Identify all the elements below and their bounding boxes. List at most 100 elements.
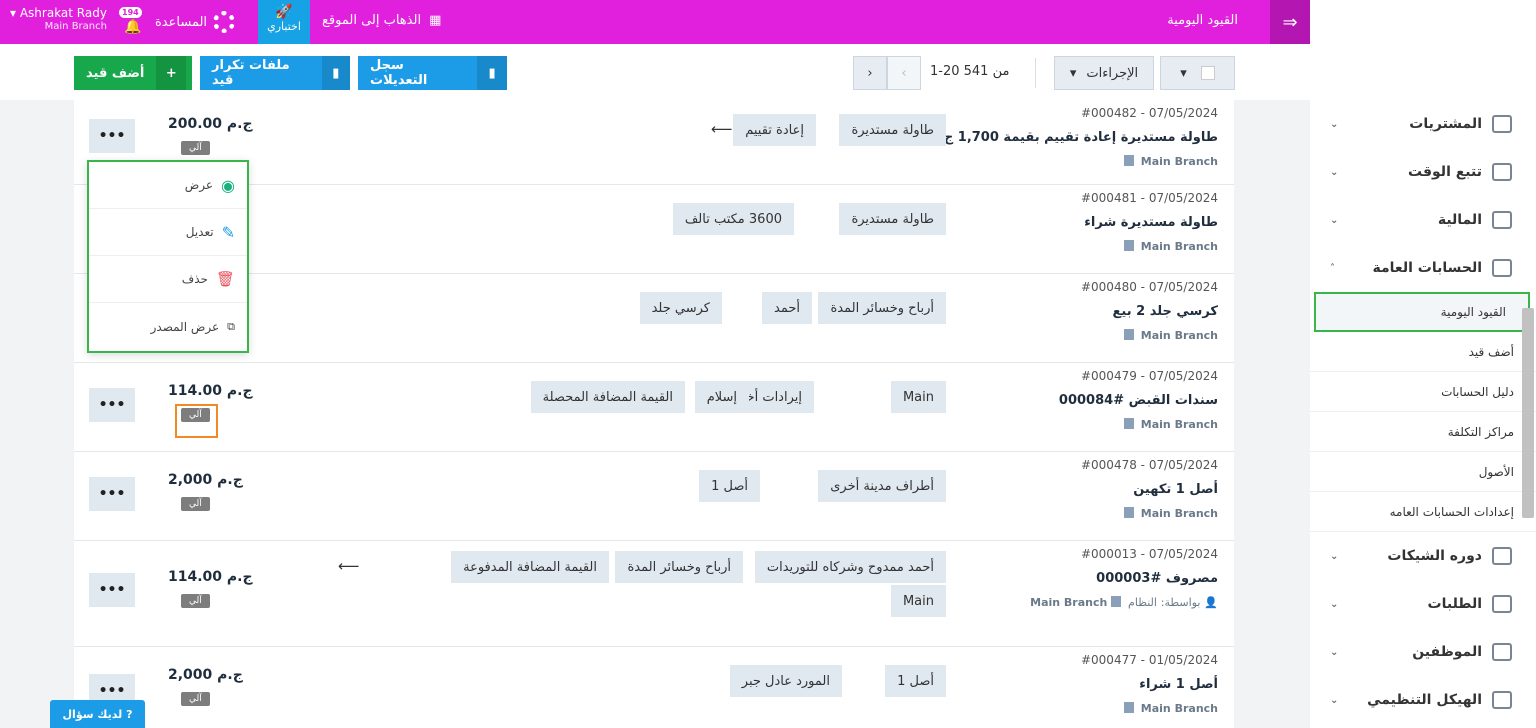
entry-description[interactable]: مصروف #000003 — [1030, 571, 1218, 586]
lifebuoy-icon — [213, 11, 236, 33]
ask-question-button[interactable]: لديك سؤال ? — [50, 700, 145, 728]
notifications-button[interactable]: 194 🔔 — [117, 7, 147, 37]
sidebar-item-employees[interactable]: ⌄ الموظفين — [1310, 628, 1536, 676]
plus-icon: + — [156, 56, 187, 90]
pagination-info: 1-20 من 541 — [930, 64, 1010, 79]
sidebar-subitem-assets[interactable]: الأصول — [1310, 452, 1536, 492]
change-history-label: سجل التعديلات — [370, 58, 428, 88]
user-name: Ashrakat Rady — [19, 6, 107, 20]
account-chip: Main — [890, 585, 946, 617]
sidebar-subitem-accounts-settings[interactable]: إعدادات الحسابات العامه — [1310, 492, 1536, 532]
menu-item-delete[interactable]: حذف 🗑 — [89, 256, 247, 303]
menu-item-view-source[interactable]: عرض المصدر ⧉ — [89, 303, 247, 350]
check-icon — [1492, 547, 1512, 565]
sidebar-item-requests[interactable]: ⌄ الطلبات — [1310, 580, 1536, 628]
menu-item-view[interactable]: عرض ◉ — [89, 162, 247, 209]
entry-branch: 👤 بواسطة: النظام Main Branch — [1030, 596, 1218, 609]
account-chip: أصل 1 — [885, 665, 946, 697]
account-chip: إعادة تقييم — [733, 114, 816, 146]
goto-site-link[interactable]: الذهاب إلى الموقع ▦ — [322, 13, 441, 28]
account-chip: المورد عادل جبر — [729, 665, 842, 697]
chevron-down-icon: ⌄ — [1330, 694, 1339, 706]
sidebar-subitem-daily-entries[interactable]: القيود اليومية — [1314, 292, 1530, 332]
entry-description[interactable]: كرسي جلد 2 بيع — [1081, 304, 1218, 319]
user-menu[interactable]: ▾ Ashrakat Rady Main Branch — [10, 6, 107, 34]
sidebar-item-checks-cycle[interactable]: ⌄ دوره الشيكات — [1310, 532, 1536, 580]
sidebar-subitem-chart-of-accounts[interactable]: دليل الحسابات — [1310, 372, 1536, 412]
bell-icon: 🔔 — [124, 19, 142, 35]
entry-meta: 01/05/2024 - #000477 أصل 1 شراء Main Bra… — [1081, 653, 1218, 715]
chevron-left-icon: ‹ — [901, 65, 907, 81]
notifications-count: 194 — [119, 7, 142, 18]
recurring-files-label: ملفات تكرار قيد — [212, 58, 290, 88]
arrow-left-icon: ⟵ — [711, 120, 733, 138]
sidebar-toggle-button[interactable]: ⇒ — [1270, 0, 1310, 44]
book-icon: ▮ — [321, 56, 350, 90]
building-icon — [1123, 507, 1134, 518]
sidebar-item-finance[interactable]: ⌄ المالية — [1310, 196, 1536, 244]
table-row[interactable]: 07/05/2024 - #000013 مصروف #000003 👤 بوا… — [74, 541, 1234, 647]
add-entry-label: أضف قيد — [86, 65, 145, 81]
change-history-button[interactable]: سجل التعديلات ▮ — [358, 56, 507, 90]
sidebar-item-purchases[interactable]: ⌄ المشتريات — [1310, 100, 1536, 148]
account-chip: إسلام — [694, 381, 749, 413]
select-all-checkbox[interactable]: ▾ — [1160, 56, 1235, 90]
toolbar: أضف قيد + ملفات تكرار قيد ▮ سجل التعديلا… — [0, 44, 1310, 100]
row-actions-button[interactable]: ••• — [89, 119, 135, 153]
test-mode-button[interactable]: 🚀 اختباري — [258, 0, 310, 44]
clipboard-icon — [1492, 595, 1512, 613]
sidebar-item-label: دوره الشيكات — [1387, 548, 1482, 564]
actions-label: الإجراءات — [1086, 65, 1139, 81]
sidebar-item-label: تتبع الوقت — [1408, 164, 1482, 180]
next-page-button[interactable]: › — [853, 56, 887, 90]
chevron-down-icon: ⌄ — [1330, 598, 1339, 610]
money-icon — [1492, 259, 1512, 277]
entry-ref: 01/05/2024 - #000477 — [1080, 653, 1218, 667]
table-row[interactable]: 07/05/2024 - #000478 أصل 1 تكهين Main Br… — [74, 452, 1234, 541]
prev-page-button[interactable]: ‹ — [887, 56, 921, 90]
users-icon — [1492, 643, 1512, 661]
entry-branch: Main Branch — [884, 155, 1218, 168]
sidebar-scrollbar[interactable] — [1522, 308, 1534, 518]
sidebar-item-org-structure[interactable]: ⌄ الهيكل التنظيمي — [1310, 676, 1536, 724]
user-icon: 👤 — [1204, 596, 1218, 609]
sidebar-item-time-tracking[interactable]: ⌄ تتبع الوقت — [1310, 148, 1536, 196]
entry-amount: 114.00 ج.م — [168, 383, 253, 399]
entry-description[interactable]: أصل 1 شراء — [1081, 677, 1218, 692]
entry-branch: Main Branch — [1081, 240, 1218, 253]
chevron-down-icon: ⌄ — [1330, 214, 1339, 226]
table-row[interactable]: 01/05/2024 - #000477 أصل 1 شراء Main Bra… — [74, 647, 1234, 728]
row-actions-button[interactable]: ••• — [89, 573, 135, 607]
sidebar-subitem-add-entry[interactable]: أضف قيد — [1310, 332, 1536, 372]
goto-site-label: الذهاب إلى الموقع — [322, 13, 422, 28]
entry-description[interactable]: سندات القبض #000084 — [1059, 393, 1218, 408]
row-actions-button[interactable]: ••• — [89, 477, 135, 511]
row-actions-button[interactable]: ••• — [89, 388, 135, 422]
view-source-label: عرض المصدر — [150, 319, 220, 334]
entry-amount: 200.00 ج.م — [168, 116, 253, 132]
sidebar-item-label: الحسابات العامة — [1372, 260, 1482, 276]
entry-description[interactable]: طاولة مستديرة شراء — [1081, 215, 1218, 230]
sidebar-item-general-accounts[interactable]: ˄ الحسابات العامة — [1310, 244, 1536, 292]
trash-icon: 🗑 — [215, 270, 235, 288]
external-link-icon: ⧉ — [227, 319, 235, 333]
entry-ref: 07/05/2024 - #000481 — [1080, 191, 1218, 205]
recurring-files-button[interactable]: ملفات تكرار قيد ▮ — [200, 56, 350, 90]
menu-item-edit[interactable]: تعديل ✎ — [89, 209, 247, 256]
actions-dropdown[interactable]: ▾ الإجراءات — [1054, 56, 1154, 90]
sidebar-item-label: الموظفين — [1412, 644, 1482, 660]
table-row[interactable]: 07/05/2024 - #000479 سندات القبض #000084… — [74, 363, 1234, 452]
entry-description[interactable]: أصل 1 تكهين — [1081, 482, 1218, 497]
entry-meta: 07/05/2024 - #000478 أصل 1 تكهين Main Br… — [1081, 458, 1218, 520]
account-chip: القيمة المضافة المحصلة — [530, 381, 685, 413]
sidebar-header — [1310, 0, 1536, 100]
help-button[interactable]: المساعدة — [155, 11, 236, 33]
add-entry-button[interactable]: أضف قيد + — [74, 56, 192, 90]
entry-meta: 07/05/2024 - #000479 سندات القبض #000084… — [1059, 369, 1218, 431]
sidebar-subitem-cost-centers[interactable]: مراكز التكلفة — [1310, 412, 1536, 452]
question-icon: ? — [126, 707, 133, 721]
chevron-up-icon: ˄ — [1330, 262, 1335, 274]
entry-ref: 07/05/2024 - #000479 — [1080, 369, 1218, 383]
account-chip: كرسي جلد — [639, 292, 722, 324]
account-chip: أحمد — [762, 292, 812, 324]
